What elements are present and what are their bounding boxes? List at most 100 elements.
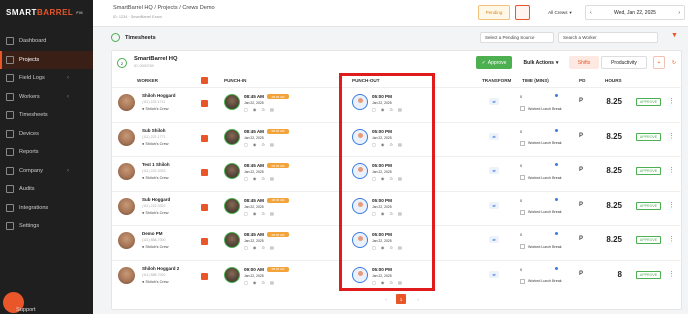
row-checkbox[interactable] xyxy=(201,100,208,107)
sidebar-item-field-logs[interactable]: Field Logs ‹ xyxy=(0,69,93,88)
pd-value[interactable]: P xyxy=(579,271,583,277)
select-all-checkbox[interactable] xyxy=(201,77,208,84)
sidebar-item-workers[interactable]: Workers ‹ xyxy=(0,88,93,107)
pd-value[interactable]: P xyxy=(579,98,583,104)
pending-button[interactable]: Pending xyxy=(478,5,510,20)
punch-in-photo[interactable] xyxy=(224,163,240,179)
more-menu-icon[interactable]: ⋮ xyxy=(668,132,675,140)
punch-in-photo[interactable] xyxy=(224,197,240,214)
row-checkbox[interactable] xyxy=(201,134,208,142)
more-menu-icon[interactable]: ⋮ xyxy=(668,166,675,174)
time-input[interactable]: 0 xyxy=(520,198,522,203)
punch-in-photo[interactable] xyxy=(224,128,240,145)
lunch-break-checkbox[interactable]: Worked Lunch Break xyxy=(520,106,562,111)
worker-name[interactable]: Test 1 Shiloh xyxy=(142,162,170,167)
pd-value[interactable]: P xyxy=(579,133,583,139)
checkbox-icon[interactable] xyxy=(520,209,525,215)
sidebar-item-settings[interactable]: Settings xyxy=(0,217,93,236)
worker-name[interactable]: Demo PM xyxy=(142,231,163,236)
sidebar-item-projects[interactable]: Projects xyxy=(0,50,93,69)
productivity-button[interactable]: Productivity xyxy=(601,56,647,69)
add-button[interactable]: + xyxy=(653,56,665,69)
lunch-break-checkbox[interactable]: Worked Lunch Break xyxy=(520,140,562,146)
chevron-right-icon[interactable]: › xyxy=(678,10,680,16)
transform-icon[interactable]: ⇄ xyxy=(489,201,499,209)
checkbox-icon[interactable] xyxy=(520,175,525,180)
worker-name[interactable]: Sub Shiloh xyxy=(142,128,166,133)
row-checkbox[interactable] xyxy=(201,272,208,280)
lunch-label: Worked Lunch Break xyxy=(528,106,562,111)
row-checkbox[interactable] xyxy=(201,169,208,176)
punch-in-time: 09:00 AM xyxy=(244,266,264,272)
transform-icon[interactable]: ⇄ xyxy=(489,167,499,174)
approve-badge[interactable]: APPROVE xyxy=(636,98,661,106)
punch-in-tag: 08:45 AM xyxy=(267,128,289,134)
row-checkbox[interactable] xyxy=(201,203,208,211)
punch-in-photo[interactable] xyxy=(224,266,240,283)
app-logo[interactable]: SMART BARREL FM xyxy=(0,0,93,24)
approve-badge[interactable]: APPROVE xyxy=(636,236,661,244)
time-input[interactable]: 0 xyxy=(520,94,522,99)
date-picker[interactable]: ‹ Wed, Jan 22, 2025 › xyxy=(585,5,685,20)
more-menu-icon[interactable]: ⋮ xyxy=(668,270,675,278)
sidebar-item-reports[interactable]: Reports xyxy=(0,143,93,162)
refresh-icon[interactable]: ↻ xyxy=(669,56,679,69)
time-input[interactable]: 0 xyxy=(520,163,522,168)
time-input[interactable]: 0 xyxy=(520,232,522,237)
transform-icon[interactable]: ⇄ xyxy=(489,236,499,243)
support-widget[interactable]: Support xyxy=(0,289,36,314)
punch-in-photo[interactable] xyxy=(224,94,240,110)
pending-source-select[interactable]: Select a Pending Source xyxy=(480,32,554,43)
transform-icon[interactable]: ⇄ xyxy=(489,270,499,278)
punch-in-photo[interactable] xyxy=(224,232,240,248)
sidebar-item-dashboard[interactable]: Dashboard xyxy=(0,32,93,51)
worker-crew: ● Shiloh's Crew xyxy=(142,211,168,215)
approve-badge[interactable]: APPROVE xyxy=(636,201,661,210)
approve-badge[interactable]: APPROVE xyxy=(636,270,661,279)
sidebar-item-audits[interactable]: Audits xyxy=(0,180,93,199)
sidebar-item-devices[interactable]: Devices xyxy=(0,125,93,144)
more-menu-icon[interactable]: ⋮ xyxy=(668,97,675,105)
checkbox-icon[interactable] xyxy=(520,244,525,249)
pager-prev[interactable]: ‹ xyxy=(380,294,392,304)
chevron-left-icon[interactable]: ‹ xyxy=(590,10,592,16)
lunch-break-checkbox[interactable]: Worked Lunch Break xyxy=(520,175,562,180)
worker-name[interactable]: Shiloh Hoggard 2 xyxy=(142,266,179,271)
transform-icon[interactable]: ⇄ xyxy=(489,132,499,140)
lunch-break-checkbox[interactable]: Worked Lunch Break xyxy=(520,244,562,249)
chevron-down-icon: ▾ xyxy=(569,9,572,15)
sidebar-item-company[interactable]: Company ‹ xyxy=(0,162,93,181)
shifts-button[interactable]: Shifts xyxy=(569,56,599,69)
worker-search-input[interactable]: Search a Worker xyxy=(558,32,658,43)
approve-badge[interactable]: APPROVE xyxy=(636,132,661,141)
lunch-break-checkbox[interactable]: Worked Lunch Break xyxy=(520,209,562,215)
filter-icon[interactable]: ▼ xyxy=(671,32,678,39)
pd-value[interactable]: P xyxy=(579,236,583,242)
lunch-label: Worked Lunch Break xyxy=(528,141,562,145)
scan-icon[interactable] xyxy=(515,5,530,20)
approve-badge[interactable]: APPROVE xyxy=(636,167,661,175)
pd-value[interactable]: P xyxy=(579,202,583,208)
checkbox-icon[interactable] xyxy=(520,106,525,111)
crew-select[interactable]: All Crews ▾ xyxy=(536,5,584,20)
approve-button[interactable]: ✓ Approve xyxy=(476,56,512,69)
lunch-break-checkbox[interactable]: Worked Lunch Break xyxy=(520,278,562,284)
more-menu-icon[interactable]: ⋮ xyxy=(668,201,675,209)
transform-icon[interactable]: ⇄ xyxy=(489,98,499,105)
sidebar-item-timesheets[interactable]: Timesheets xyxy=(0,106,93,125)
worker-name[interactable]: Shiloh Hoggard xyxy=(142,93,176,98)
time-input[interactable]: 0 xyxy=(520,129,522,134)
time-input[interactable]: 0 xyxy=(520,267,522,272)
row-checkbox[interactable] xyxy=(201,238,208,245)
bulk-actions-button[interactable]: Bulk Actions ▾ xyxy=(517,56,565,69)
pd-value[interactable]: P xyxy=(579,167,583,173)
breadcrumb[interactable]: SmartBarrel HQ / Projects / Crews Demo xyxy=(113,5,215,11)
checkbox-icon[interactable] xyxy=(520,278,525,284)
pager-current[interactable]: 1 xyxy=(396,294,406,304)
sidebar-item-integrations[interactable]: Integrations xyxy=(0,199,93,218)
worker-name[interactable]: Sub Hoggard xyxy=(142,197,170,202)
device-icon xyxy=(6,129,14,138)
more-menu-icon[interactable]: ⋮ xyxy=(668,235,675,243)
pager-next[interactable]: › xyxy=(412,294,424,304)
checkbox-icon[interactable] xyxy=(520,140,525,146)
